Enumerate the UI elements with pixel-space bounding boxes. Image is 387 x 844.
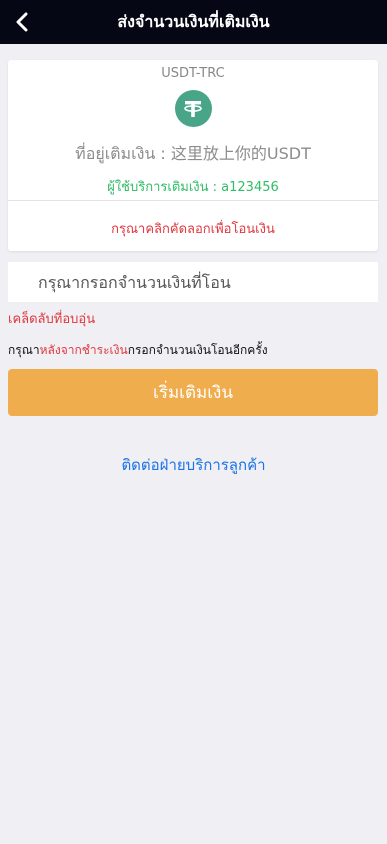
payment-instruction: กรุณาหลังจากชำระเงินกรอกจำนวนเงินโอนอีกค… [8, 341, 268, 360]
deposit-info-card: USDT-TRC ที่อยู่เติมเงิน : 这里放上你的USDT ผู… [8, 60, 378, 251]
copy-address-link[interactable]: กรุณาคลิกคัดลอกเพื่อโอนเงิน [8, 218, 378, 239]
transfer-amount-input[interactable] [8, 262, 378, 302]
network-label: USDT-TRC [161, 66, 225, 81]
top-bar: ส่งจำนวนเงินที่เติมเงิน [0, 0, 387, 44]
instruction-highlight: หลังจากชำระเงิน [39, 343, 128, 357]
tips-link[interactable]: เคล็ดลับที่อบอุ่น [8, 308, 95, 329]
start-deposit-button[interactable]: เริ่มเติมเงิน [8, 369, 378, 416]
instruction-prefix: กรุณา [8, 343, 40, 357]
page-title: ส่งจำนวนเงินที่เติมเงิน [117, 11, 270, 31]
chevron-left-icon [16, 12, 28, 32]
provider-name: ผู้ใช้บริการเติมเงิน : a123456 [107, 180, 279, 195]
amount-field-container [8, 262, 378, 302]
deposit-address[interactable]: ที่อยู่เติมเงิน : 这里放上你的USDT [8, 140, 378, 167]
back-button[interactable] [10, 9, 34, 35]
tether-icon [174, 90, 212, 127]
instruction-suffix: กรอกจำนวนเงินโอนอีกครั้ง [127, 343, 268, 357]
customer-service-link[interactable]: ติดต่อฝ่ายบริการลูกค้า [0, 453, 387, 477]
card-divider [8, 200, 378, 201]
